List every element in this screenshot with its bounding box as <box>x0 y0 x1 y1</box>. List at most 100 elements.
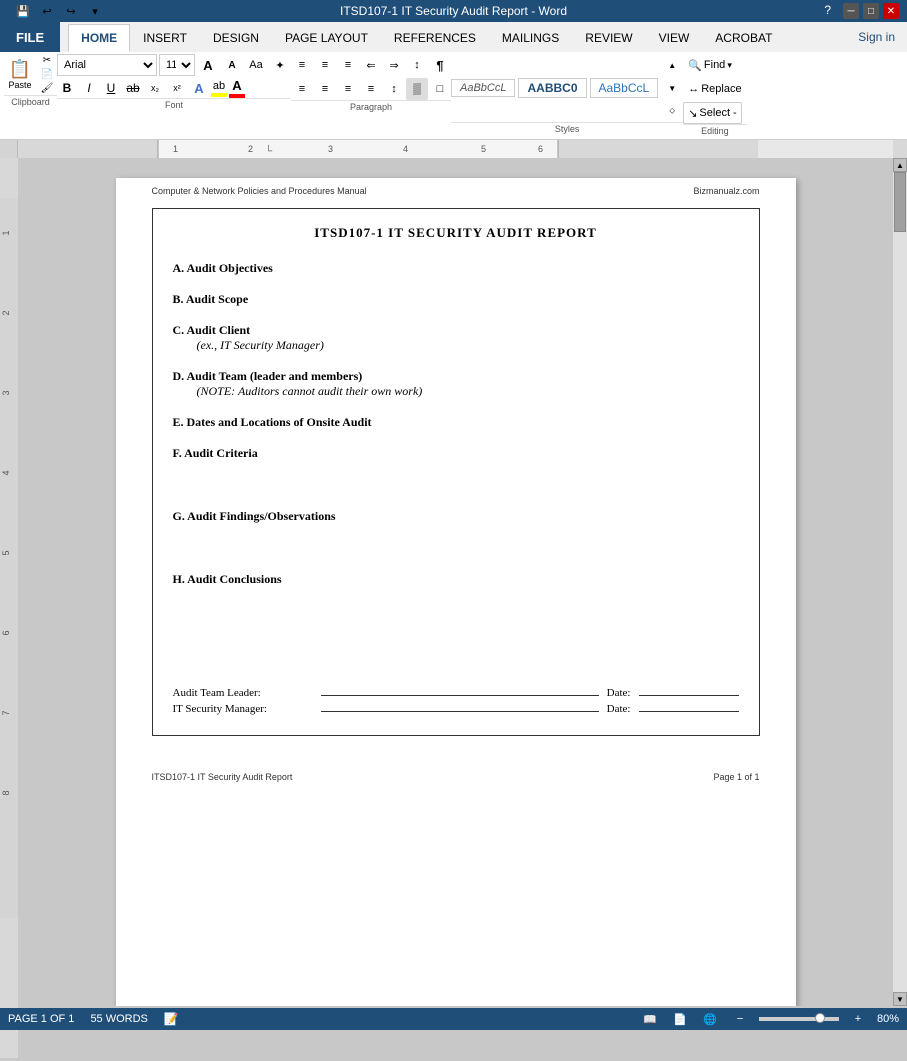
multilevel-list-button[interactable]: ≡ <box>337 54 359 76</box>
customize-button[interactable]: ▾ <box>84 0 106 22</box>
undo-button[interactable]: ↩ <box>36 0 58 22</box>
font-shrink-button[interactable]: A <box>221 54 243 76</box>
text-effects-button[interactable]: A <box>189 78 209 98</box>
indent-increase-button[interactable]: ⇒ <box>383 54 405 76</box>
scrollbar-thumb[interactable] <box>894 172 906 232</box>
section-F: F. Audit Criteria <box>173 446 739 461</box>
font-size-select[interactable]: 11 12 <box>159 54 195 76</box>
superscript-button[interactable]: x² <box>167 78 187 98</box>
subscript-button[interactable]: x₂ <box>145 78 165 98</box>
style-heading2[interactable]: AaBbCcL <box>590 78 659 98</box>
font-grow-button[interactable]: A <box>197 54 219 76</box>
help-button[interactable]: ? <box>824 3 831 19</box>
italic-button[interactable]: I <box>79 78 99 98</box>
section-H-label: H. Audit Conclusions <box>173 572 282 586</box>
underline-button[interactable]: U <box>101 78 121 98</box>
style-heading1[interactable]: AABBC0 <box>518 78 586 98</box>
styles-scroll-down[interactable]: ▼ <box>661 77 683 99</box>
find-button[interactable]: 🔍 Find ▾ <box>683 54 737 76</box>
style-emphasis[interactable]: AaBbCcL <box>451 79 515 97</box>
justify-button[interactable]: ≡ <box>360 78 382 100</box>
indent-decrease-button[interactable]: ⇐ <box>360 54 382 76</box>
restore-button[interactable]: □ <box>863 3 879 19</box>
print-layout-button[interactable]: 📄 <box>669 1008 691 1030</box>
save-button[interactable]: 💾 <box>12 0 34 22</box>
minimize-button[interactable]: ─ <box>843 3 859 19</box>
redo-button[interactable]: ↪ <box>60 0 82 22</box>
zoom-out-button[interactable]: − <box>729 1008 751 1030</box>
tab-mailings[interactable]: MAILINGS <box>489 24 572 52</box>
scroll-up-button[interactable]: ▲ <box>893 158 907 172</box>
show-hide-button[interactable]: ¶ <box>429 54 451 76</box>
paste-button[interactable]: 📋 Paste <box>4 55 36 95</box>
align-right-button[interactable]: ≡ <box>337 78 359 100</box>
select-icon: ↘ <box>688 107 697 120</box>
sort-button[interactable]: ↕ <box>406 54 428 76</box>
ruler: 1 2 3 4 5 6 └ <box>18 140 893 158</box>
shading-button[interactable]: ▒ <box>406 78 428 100</box>
file-tab[interactable]: FILE <box>0 22 60 52</box>
tab-design[interactable]: DESIGN <box>200 24 272 52</box>
section-G-label: G. Audit Findings/Observations <box>173 509 336 523</box>
quick-access-toolbar[interactable]: 💾 ↩ ↪ ▾ <box>8 0 110 22</box>
web-layout-button[interactable]: 🌐 <box>699 1008 721 1030</box>
svg-text:3: 3 <box>1 390 11 395</box>
signature-block: Audit Team Leader: Date: IT Security Man… <box>173 687 739 715</box>
read-mode-button[interactable]: 📖 <box>639 1008 661 1030</box>
bullets-button[interactable]: ≡ <box>291 54 313 76</box>
clear-format-button[interactable]: ✦ <box>269 54 291 76</box>
zoom-in-button[interactable]: + <box>847 1008 869 1030</box>
select-button[interactable]: ↘ Select - <box>683 102 742 124</box>
text-color-button[interactable]: A <box>229 78 245 98</box>
borders-button[interactable]: □ <box>429 78 451 100</box>
copy-button[interactable]: 📄 <box>37 68 57 81</box>
window-controls[interactable]: ? ─ □ ✕ <box>824 3 899 19</box>
page-content[interactable]: ITSD107-1 IT SECURITY AUDIT REPORT A. Au… <box>116 200 796 768</box>
tab-home[interactable]: HOME <box>68 24 130 52</box>
change-case-button[interactable]: Aa <box>245 54 267 76</box>
align-left-button[interactable]: ≡ <box>291 78 313 100</box>
sig2-date-label: Date: <box>607 703 631 715</box>
find-label: Find <box>704 59 725 71</box>
sig-line-2: IT Security Manager: Date: <box>173 703 739 715</box>
svg-text:└: └ <box>265 144 273 157</box>
numbering-button[interactable]: ≡ <box>314 54 336 76</box>
svg-text:8: 8 <box>1 790 11 795</box>
styles-expand[interactable]: ⬦ <box>661 100 683 122</box>
tab-review[interactable]: REVIEW <box>572 24 645 52</box>
replace-button[interactable]: ↔ Replace <box>683 78 746 100</box>
highlight-button[interactable]: ab <box>211 80 227 97</box>
align-center-button[interactable]: ≡ <box>314 78 336 100</box>
vertical-scrollbar[interactable]: ▲ ▼ <box>893 158 907 1006</box>
vertical-ruler: 1 2 3 4 5 6 7 8 <box>0 158 18 1006</box>
tab-view[interactable]: VIEW <box>646 24 703 52</box>
document-page: Computer & Network Policies and Procedur… <box>116 178 796 1006</box>
font-name-select[interactable]: Arial <box>57 54 157 76</box>
tab-acrobat[interactable]: ACROBAT <box>702 24 785 52</box>
tab-insert[interactable]: INSERT <box>130 24 200 52</box>
sign-in-button[interactable]: Sign in <box>846 22 907 52</box>
close-button[interactable]: ✕ <box>883 3 899 19</box>
section-F-label: F. Audit Criteria <box>173 446 258 460</box>
header-left: Computer & Network Policies and Procedur… <box>152 186 367 196</box>
section-E-label: E. Dates and Locations of Onsite Audit <box>173 415 372 429</box>
content-area: 1 2 3 4 5 6 7 8 Computer & Network Polic… <box>0 158 907 1006</box>
paste-icon: 📋 <box>9 59 31 80</box>
line-spacing-button[interactable]: ↕ <box>383 78 405 100</box>
sig2-line <box>321 711 599 712</box>
tab-references[interactable]: REFERENCES <box>381 24 489 52</box>
svg-text:6: 6 <box>538 144 543 154</box>
font-row1: Arial 11 12 A A Aa ✦ <box>57 54 291 76</box>
scroll-down-button[interactable]: ▼ <box>893 992 907 1006</box>
strikethrough-button[interactable]: ab <box>123 78 143 98</box>
styles-group: AaBbCcL AABBC0 AaBbCcL ▲ ▼ ⬦ Styles <box>451 54 683 139</box>
zoom-slider[interactable] <box>759 1017 839 1021</box>
tab-page-layout[interactable]: PAGE LAYOUT <box>272 24 381 52</box>
cut-button[interactable]: ✂ <box>37 54 57 67</box>
section-A: A. Audit Objectives <box>173 261 739 276</box>
section-C: C. Audit Client (ex., IT Security Manage… <box>173 323 739 353</box>
footer-right: Page 1 of 1 <box>713 772 759 782</box>
bold-button[interactable]: B <box>57 78 77 98</box>
styles-scroll-up[interactable]: ▲ <box>661 54 683 76</box>
format-painter-button[interactable]: 🖌 <box>37 82 57 95</box>
